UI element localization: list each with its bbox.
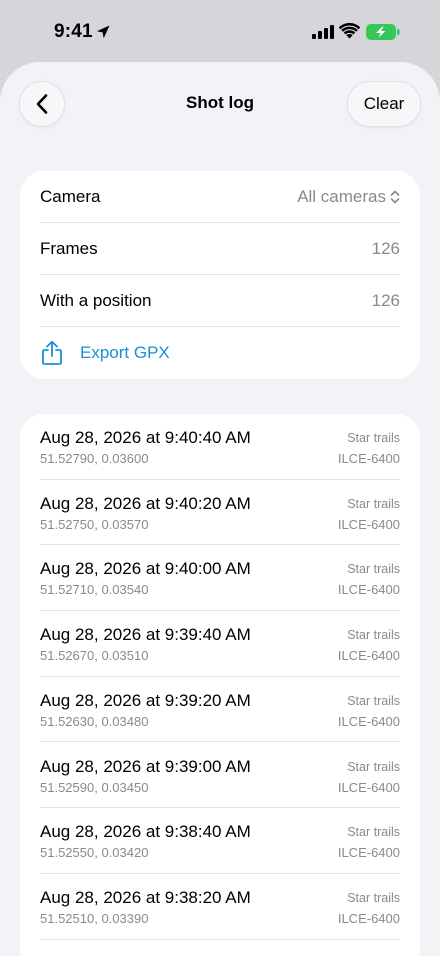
shot-time: Aug 28, 2026 at 9:40:40 AM — [40, 428, 251, 447]
shot-coordinates: 51.52590, 0.03450 — [40, 779, 149, 795]
shot-camera: ILCE-6400 — [337, 713, 400, 729]
shot-coordinates: 51.52630, 0.03480 — [40, 713, 149, 729]
shot-tag: Star trails — [347, 693, 400, 708]
shot-coordinates: 51.52550, 0.03420 — [40, 845, 149, 861]
shot-tag: Star trails — [347, 759, 400, 774]
share-icon — [42, 340, 62, 365]
shot-tag: Star trails — [347, 431, 400, 445]
shot-time: Aug 28, 2026 at 9:39:20 AM — [40, 690, 251, 710]
shot-camera: ILCE-6400 — [337, 845, 400, 861]
camera-picker[interactable]: All cameras — [297, 187, 400, 207]
shot-time: Aug 28, 2026 at 9:39:40 AM — [40, 625, 251, 645]
shot-camera: ILCE-6400 — [337, 648, 400, 664]
shot-coordinates: 51.52710, 0.03540 — [40, 582, 149, 598]
list-item[interactable]: Aug 28, 2026 at 9:40:00 AM 51.52710, 0.0… — [40, 545, 400, 611]
camera-label: Camera — [40, 187, 101, 206]
cellular-signal-icon — [312, 25, 334, 39]
list-item[interactable]: Aug 28, 2026 at 9:39:20 AM 51.52630, 0.0… — [40, 677, 400, 743]
navigation-bar: Shot log Clear — [0, 62, 440, 148]
list-item[interactable]: Aug 28, 2026 at 9:39:00 AM 51.52590, 0.0… — [40, 743, 400, 809]
camera-row[interactable]: Camera All cameras — [40, 171, 400, 223]
with-position-row: With a position 126 — [40, 275, 400, 327]
shot-tag: Star trails — [347, 562, 400, 577]
with-position-value: 126 — [371, 291, 400, 310]
shot-time: Aug 28, 2026 at 9:40:00 AM — [40, 559, 251, 579]
shot-coordinates: 51.52790, 0.03600 — [40, 451, 149, 466]
battery-charging-icon — [366, 24, 400, 40]
shot-time: Aug 28, 2026 at 9:40:20 AM — [40, 493, 251, 513]
shot-time: Aug 28, 2026 at 9:38:20 AM — [40, 887, 251, 907]
shot-tag: Star trails — [347, 890, 400, 905]
shot-camera: ILCE-6400 — [337, 451, 400, 466]
frames-value: 126 — [371, 239, 400, 258]
clear-button[interactable]: Clear — [347, 81, 421, 127]
shot-log-sheet: Shot log Clear Camera All cameras Frames… — [0, 62, 440, 956]
camera-value: All cameras — [297, 187, 386, 206]
list-item[interactable]: Aug 28, 2026 at 9:39:40 AM 51.52670, 0.0… — [40, 611, 400, 677]
list-item[interactable]: Aug 28, 2026 at 9:38:20 AM 51.52510, 0.0… — [40, 874, 400, 940]
chevron-left-icon — [36, 94, 48, 114]
frames-row: Frames 126 — [40, 223, 400, 275]
status-time: 9:41 — [54, 21, 93, 42]
location-arrow-icon — [96, 25, 110, 39]
back-button[interactable] — [19, 81, 65, 127]
chevron-up-down-icon — [390, 190, 400, 204]
shot-coordinates: 51.52510, 0.03390 — [40, 910, 149, 926]
shot-camera: ILCE-6400 — [337, 516, 400, 532]
shot-time: Aug 28, 2026 at 9:39:00 AM — [40, 756, 251, 776]
with-position-label: With a position — [40, 291, 152, 310]
shot-time: Aug 28, 2026 at 9:38:40 AM — [40, 822, 251, 842]
shot-camera: ILCE-6400 — [337, 779, 400, 795]
wifi-icon — [339, 23, 360, 39]
shot-tag: Star trails — [347, 628, 400, 643]
shot-tag: Star trails — [347, 496, 400, 511]
shot-log-list: Aug 28, 2026 at 9:40:40 AM 51.52790, 0.0… — [20, 414, 420, 956]
shot-camera: ILCE-6400 — [337, 910, 400, 926]
page-title: Shot log — [186, 93, 254, 112]
list-item[interactable]: Aug 28, 2026 at 9:40:40 AM 51.52790, 0.0… — [40, 414, 400, 480]
shot-coordinates: 51.52670, 0.03510 — [40, 648, 149, 664]
shot-camera: ILCE-6400 — [337, 582, 400, 598]
list-item[interactable]: Aug 28, 2026 at 9:40:20 AM 51.52750, 0.0… — [40, 480, 400, 546]
list-item[interactable]: Aug 28, 2026 at 9:38:40 AM 51.52550, 0.0… — [40, 808, 400, 874]
shot-tag: Star trails — [347, 825, 400, 840]
summary-card: Camera All cameras Frames 126 With a pos… — [20, 171, 420, 379]
export-gpx-button[interactable]: Export GPX — [40, 327, 400, 379]
export-gpx-label: Export GPX — [80, 343, 170, 362]
status-bar: 9:41 — [0, 0, 440, 62]
shot-coordinates: 51.52750, 0.03570 — [40, 516, 149, 532]
frames-label: Frames — [40, 239, 98, 258]
